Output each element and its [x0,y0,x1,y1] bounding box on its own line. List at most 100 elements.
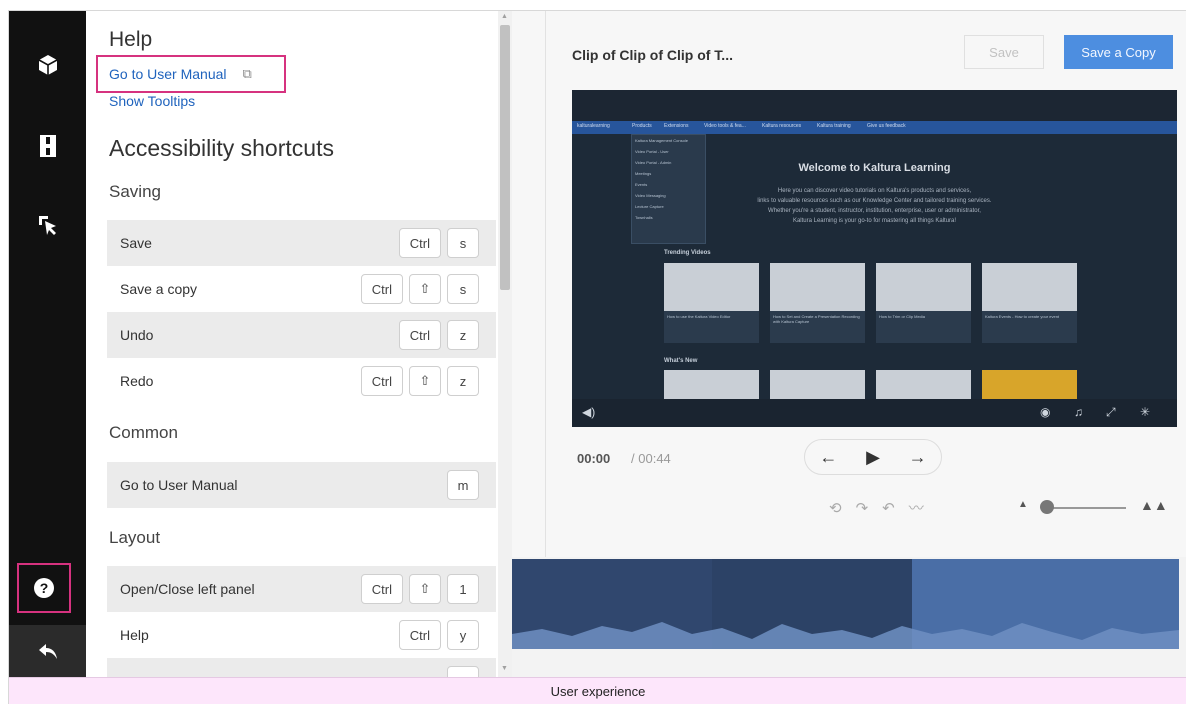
accessibility-title: Accessibility shortcuts [109,135,334,161]
trending-label: Trending Videos [664,250,711,256]
nav-item: Extensions [664,123,689,129]
welcome-line: Kaltura Learning is your go-to for maste… [792,218,957,224]
step-forward-icon[interactable]: → [909,447,927,468]
app-window: ? Clip of Clip of Clip of T... Save Save… [8,10,1186,704]
video-card: Kaltura Events - How to create your even… [982,263,1077,343]
shortcut-row-help: Help Ctrl y [107,612,496,658]
video-card: How to Set and Create a Presentation Rec… [770,263,865,343]
kaltura-brand-icon: ✳ [1140,405,1151,419]
film-strip-icon [39,135,56,157]
key-z: z [447,320,479,350]
key-shift: ⇧ [409,574,441,604]
show-tooltips-link[interactable]: Show Tooltips [109,93,195,109]
key-ctrl: Ctrl [398,620,441,650]
nav-item: Products [632,123,652,129]
save-button[interactable]: Save [964,35,1044,69]
help-panel: Help Go to User Manual ⧉ Show Tooltips A… [86,11,512,677]
user-manual-link-highlight: Go to User Manual ⧉ [96,55,286,93]
scroll-down-icon[interactable]: ▼ [501,665,508,673]
caption-bar: User experience [9,677,1186,704]
fullscreen-icon[interactable]: ⤢ [1106,405,1116,420]
audio-track-icon[interactable]: ♫ [1074,405,1083,419]
key-m: m [447,470,479,500]
save-a-copy-button[interactable]: Save a Copy [1064,35,1173,69]
video-card [664,370,759,400]
nav-item: Video tools & fea... [704,123,746,129]
nav-item: Kaltura training [817,123,851,129]
key-shift: ⇧ [409,274,441,304]
video-card: How to Trim or Clip Media [876,263,971,343]
zoom-in-icon[interactable]: ▲▲ [1140,497,1168,513]
left-rail: ? [9,11,86,677]
external-link-icon: ⧉ [242,66,252,81]
shortcut-label: Go to User Manual [120,477,238,493]
play-icon[interactable]: ▶ [866,447,880,468]
timeline-strip[interactable] [512,559,1179,649]
shortcut-row-left-panel: Open/Close left panel Ctrl ⇧ 1 [107,566,496,612]
welcome-title: Welcome to Kaltura Learning [798,162,951,174]
rail-item-interactions[interactable] [9,197,86,253]
question-icon: ? [33,577,55,599]
dropdown-item: Kaltura Management Console [635,138,688,143]
scrollbar-thumb[interactable] [500,25,510,290]
kaltura-logo: kalturalearning [577,123,610,129]
undo-icon[interactable]: ↶ [882,500,909,517]
shortcut-label: Open/Close left panel [120,581,255,597]
section-layout-title: Layout [109,528,161,547]
captions-icon[interactable]: ◉ [1040,405,1050,419]
shortcut-row-partial [107,658,496,677]
cube-icon [37,54,59,76]
key-ctrl: Ctrl [398,228,441,258]
help-button[interactable]: ? [17,563,71,613]
welcome-line: Here you can discover video tutorials on… [777,188,972,194]
key-ctrl: Ctrl [360,366,403,396]
audio-waveform [512,622,1179,649]
cursor-select-icon [37,214,59,236]
welcome-line: Whether you're a student, instructor, in… [768,208,981,214]
rail-item-timeline[interactable] [9,118,86,174]
key-ctrl: Ctrl [360,574,403,604]
scroll-up-icon[interactable]: ▲ [501,13,508,21]
back-button[interactable] [9,625,86,677]
nav-item: Kaltura resources [762,123,802,129]
time-total: / 00:44 [631,451,671,466]
shortcut-label: Undo [120,327,154,343]
audio-wave-icon[interactable]: 〰 [909,500,938,517]
step-back-icon[interactable]: ← [819,447,837,468]
video-card [982,370,1077,400]
video-card: How to use the Kaltura Video Editor [664,263,759,343]
zoom-slider-track[interactable] [1046,507,1126,509]
shortcut-label: Save [120,235,152,251]
volume-icon[interactable]: ◀) [582,405,595,419]
reset-icon[interactable]: ⟲ [829,500,856,517]
shortcut-label: Help [120,627,149,643]
time-current: 00:00 [577,451,611,466]
video-card [770,370,865,400]
key-partial [447,666,479,677]
player-nav-bar: kalturalearning Products Extensions Vide… [572,121,1177,134]
timeline-tools: ⟲↷↶〰 [829,497,938,518]
shortcut-row-user-manual: Go to User Manual m [107,462,496,508]
key-s: s [447,274,479,304]
shortcut-label: Save a copy [120,281,198,297]
user-manual-link[interactable]: Go to User Manual [109,66,227,82]
key-y: y [447,620,479,650]
dropdown-item: Video Portal - User [635,149,669,154]
redo-icon[interactable]: ↷ [856,500,883,517]
key-z: z [447,366,479,396]
clip-title: Clip of Clip of Clip of T... [572,47,733,63]
zoom-slider-handle[interactable] [1040,500,1054,514]
section-common-title: Common [109,423,178,442]
shortcut-row-save: Save Ctrl s [107,220,496,266]
whats-new-label: What's New [664,358,698,364]
key-s: s [447,228,479,258]
panel-scrollbar[interactable]: ▲ ▼ [498,11,512,677]
video-player[interactable]: kalturalearning Products Extensions Vide… [572,90,1177,427]
video-card [876,370,971,400]
time-separator: / [631,451,635,466]
rail-item-media[interactable] [9,37,86,93]
welcome-line: links to valuable resources such as our … [757,198,992,204]
zoom-out-icon[interactable]: ▲ [1018,499,1028,510]
svg-text:?: ? [40,580,49,596]
key-ctrl: Ctrl [398,320,441,350]
